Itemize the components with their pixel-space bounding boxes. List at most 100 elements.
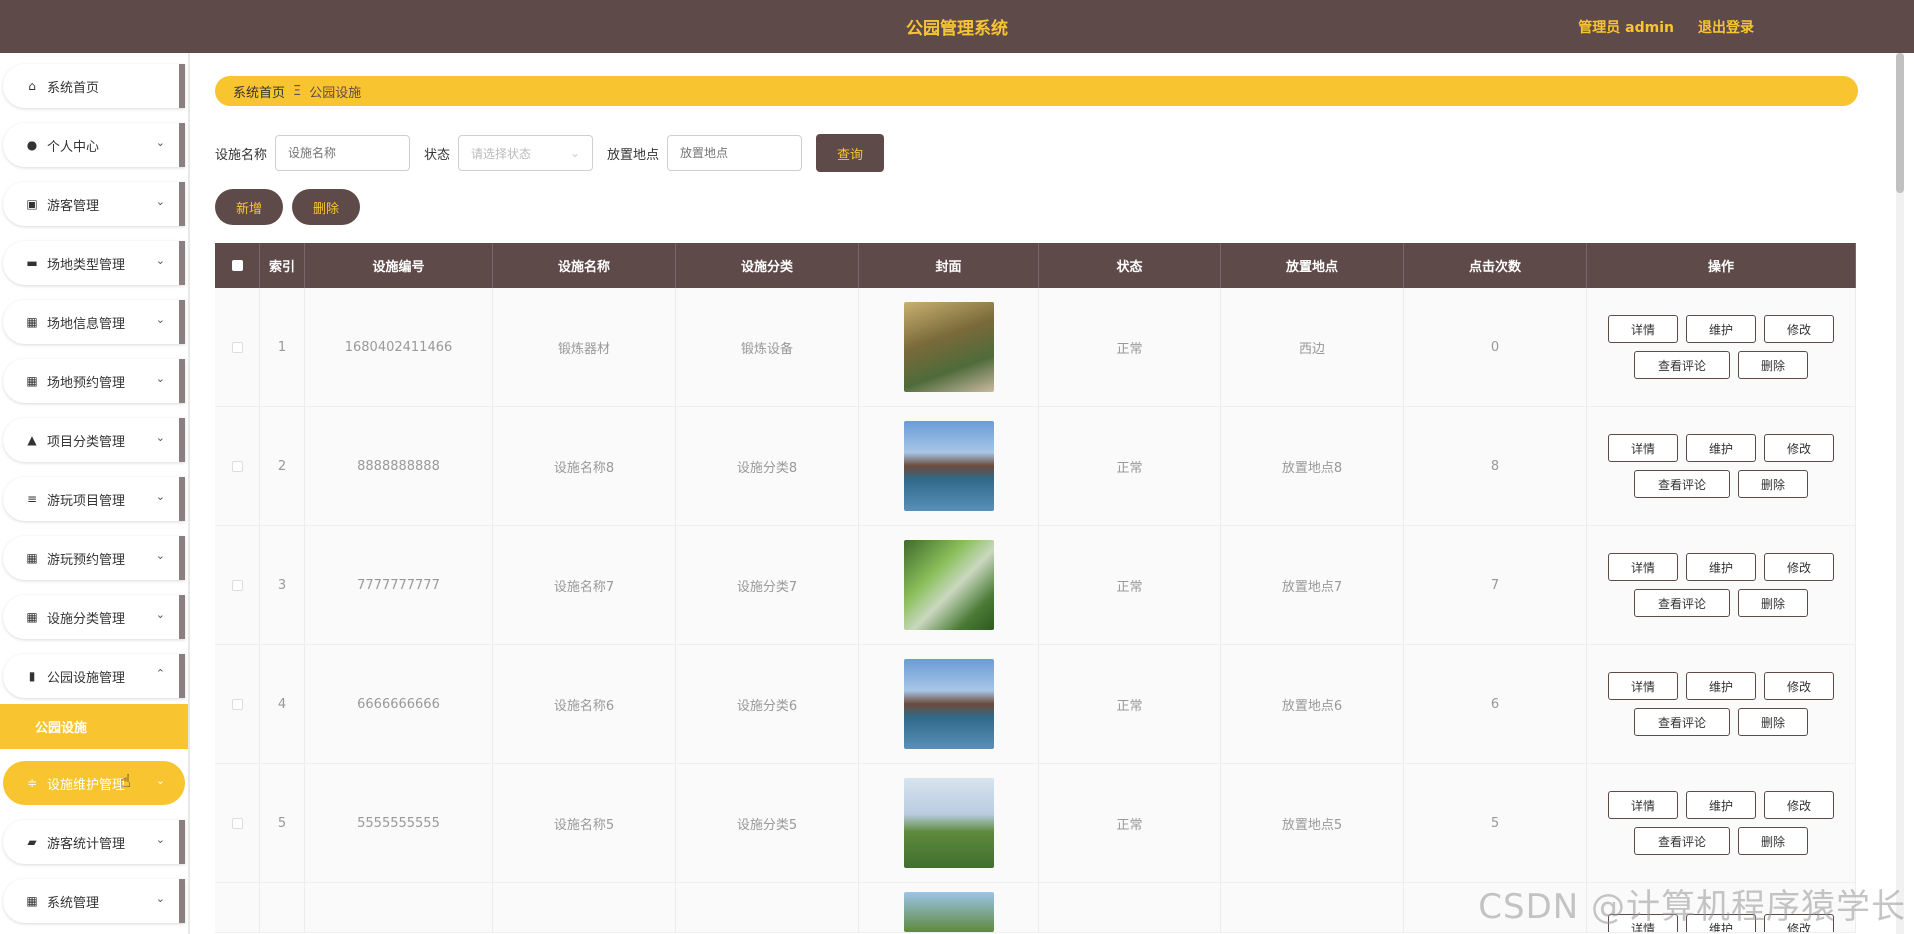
grid-icon: ▦ bbox=[26, 610, 38, 624]
sidebar-item-facility-maintenance[interactable]: ≑ 设施维护管理 ⌄ bbox=[3, 761, 185, 805]
detail-button[interactable]: 详情 bbox=[1608, 672, 1678, 700]
sidebar-item-park-facilities[interactable]: ▮ 公园设施管理 ⌃ bbox=[3, 654, 185, 698]
cell-category bbox=[676, 883, 859, 932]
view-comments-button[interactable]: 查看评论 bbox=[1634, 470, 1730, 498]
sidebar-item-profile[interactable]: ● 个人中心 ⌄ bbox=[3, 123, 185, 167]
detail-button[interactable]: 详情 bbox=[1608, 553, 1678, 581]
add-button[interactable]: 新增 bbox=[215, 189, 283, 225]
row-delete-button[interactable]: 删除 bbox=[1738, 827, 1808, 855]
sidebar-item-label: 游玩项目管理 bbox=[47, 493, 126, 509]
cover-image[interactable] bbox=[903, 778, 994, 868]
row-checkbox[interactable] bbox=[215, 764, 260, 882]
cell-number: 8888888888 bbox=[305, 407, 493, 525]
monitor-icon: ▬ bbox=[26, 256, 38, 270]
search-bar: 设施名称 状态 请选择状态 ⌄ 放置地点 查询 bbox=[215, 134, 885, 172]
cell-actions: 详情 维护 修改 查看评论 删除 bbox=[1587, 288, 1856, 406]
query-button[interactable]: 查询 bbox=[816, 134, 885, 172]
edit-button[interactable]: 修改 bbox=[1764, 315, 1834, 343]
row-delete-button[interactable]: 删除 bbox=[1738, 708, 1808, 736]
row-delete-button[interactable]: 删除 bbox=[1738, 470, 1808, 498]
detail-button[interactable]: 详情 bbox=[1608, 791, 1678, 819]
sidebar-item-label: 场地类型管理 bbox=[47, 257, 126, 273]
cover-image[interactable] bbox=[903, 892, 994, 932]
detail-button[interactable]: 详情 bbox=[1608, 434, 1678, 462]
cell-status: 正常 bbox=[1039, 645, 1221, 763]
cell-category: 设施分类6 bbox=[676, 645, 859, 763]
maintain-button[interactable]: 维护 bbox=[1686, 791, 1756, 819]
row-delete-button[interactable]: 删除 bbox=[1738, 589, 1808, 617]
view-comments-button[interactable]: 查看评论 bbox=[1634, 827, 1730, 855]
cell-name: 设施名称7 bbox=[493, 526, 676, 644]
select-all-checkbox[interactable] bbox=[215, 243, 260, 288]
chevron-down-icon: ⌄ bbox=[155, 833, 165, 846]
table-row: 5 5555555555 设施名称5 设施分类5 正常 放置地点5 5 详情 维… bbox=[215, 764, 1856, 883]
cell-index: 5 bbox=[260, 764, 305, 882]
sidebar-item-play-booking[interactable]: ▦ 游玩预约管理 ⌄ bbox=[3, 536, 185, 580]
maintain-button[interactable]: 维护 bbox=[1686, 434, 1756, 462]
detail-button[interactable]: 详情 bbox=[1608, 315, 1678, 343]
sidebar-item-visitors[interactable]: ▣ 游客管理 ⌄ bbox=[3, 182, 185, 226]
sidebar-item-label: 设施维护管理 bbox=[47, 777, 126, 793]
maintain-button[interactable]: 维护 bbox=[1686, 553, 1756, 581]
chevron-down-icon: ⌄ bbox=[155, 608, 165, 621]
breadcrumb-home[interactable]: 系统首页 bbox=[233, 82, 285, 101]
cell-number bbox=[305, 883, 493, 932]
sidebar-item-label: 项目分类管理 bbox=[47, 434, 126, 450]
cell-cover bbox=[859, 526, 1039, 644]
maintain-button[interactable]: 维护 bbox=[1686, 315, 1756, 343]
sidebar-item-home[interactable]: ⌂ 系统首页 bbox=[3, 64, 185, 108]
sidebar-item-label: 游客管理 bbox=[47, 198, 100, 214]
chevron-up-icon: ⌃ bbox=[155, 667, 165, 680]
cover-image[interactable] bbox=[903, 421, 994, 511]
vertical-scrollbar[interactable] bbox=[1896, 53, 1904, 934]
location-input[interactable] bbox=[667, 135, 803, 171]
admin-user-label[interactable]: 管理员 admin bbox=[1578, 17, 1674, 37]
sidebar-item-play-projects[interactable]: ≡ 游玩项目管理 ⌄ bbox=[3, 477, 185, 521]
cell-name: 设施名称8 bbox=[493, 407, 676, 525]
row-checkbox[interactable] bbox=[215, 288, 260, 406]
row-checkbox[interactable] bbox=[215, 526, 260, 644]
delete-button[interactable]: 删除 bbox=[292, 189, 360, 225]
sidebar-subitem-park-facilities[interactable]: 公园设施 bbox=[0, 704, 188, 749]
edit-button[interactable]: 修改 bbox=[1764, 553, 1834, 581]
cell-location: 放置地点7 bbox=[1221, 526, 1404, 644]
edit-button[interactable]: 修改 bbox=[1764, 791, 1834, 819]
row-checkbox[interactable] bbox=[215, 883, 260, 932]
cover-image[interactable] bbox=[903, 659, 994, 749]
cell-index: 4 bbox=[260, 645, 305, 763]
scrollbar-thumb[interactable] bbox=[1896, 53, 1904, 193]
cell-name: 设施名称6 bbox=[493, 645, 676, 763]
column-header-category: 设施分类 bbox=[676, 243, 859, 288]
sidebar-item-venue-info[interactable]: ▦ 场地信息管理 ⌄ bbox=[3, 300, 185, 344]
view-comments-button[interactable]: 查看评论 bbox=[1634, 708, 1730, 736]
row-checkbox[interactable] bbox=[215, 645, 260, 763]
sidebar-item-system[interactable]: ▦ 系统管理 ⌄ bbox=[3, 879, 185, 923]
sidebar-item-project-categories[interactable]: ▲ 项目分类管理 ⌄ bbox=[3, 418, 185, 462]
user-icon: ● bbox=[26, 138, 38, 152]
cell-location: 放置地点8 bbox=[1221, 407, 1404, 525]
sidebar-item-venue-booking[interactable]: ▦ 场地预约管理 ⌄ bbox=[3, 359, 185, 403]
sidebar-item-label: 游客统计管理 bbox=[47, 836, 126, 852]
edit-button[interactable]: 修改 bbox=[1764, 672, 1834, 700]
column-header-name: 设施名称 bbox=[493, 243, 676, 288]
edit-button[interactable]: 修改 bbox=[1764, 434, 1834, 462]
cover-image[interactable] bbox=[903, 540, 994, 630]
sidebar-item-facility-categories[interactable]: ▦ 设施分类管理 ⌄ bbox=[3, 595, 185, 639]
sidebar-item-venue-types[interactable]: ▬ 场地类型管理 ⌄ bbox=[3, 241, 185, 285]
breadcrumb-separator-icon: Ξ bbox=[293, 83, 302, 99]
cell-location bbox=[1221, 883, 1404, 932]
cell-location: 放置地点5 bbox=[1221, 764, 1404, 882]
logout-link[interactable]: 退出登录 bbox=[1698, 17, 1754, 37]
status-select[interactable]: 请选择状态 ⌄ bbox=[458, 135, 594, 171]
view-comments-button[interactable]: 查看评论 bbox=[1634, 589, 1730, 617]
row-delete-button[interactable]: 删除 bbox=[1738, 351, 1808, 379]
cell-number: 1680402411466 bbox=[305, 288, 493, 406]
cover-image[interactable] bbox=[903, 302, 994, 392]
cell-cover bbox=[859, 645, 1039, 763]
facility-name-input[interactable] bbox=[275, 135, 411, 171]
row-checkbox[interactable] bbox=[215, 407, 260, 525]
view-comments-button[interactable]: 查看评论 bbox=[1634, 351, 1730, 379]
cell-name bbox=[493, 883, 676, 932]
sidebar-item-visitor-stats[interactable]: ▰ 游客统计管理 ⌄ bbox=[3, 820, 185, 864]
maintain-button[interactable]: 维护 bbox=[1686, 672, 1756, 700]
